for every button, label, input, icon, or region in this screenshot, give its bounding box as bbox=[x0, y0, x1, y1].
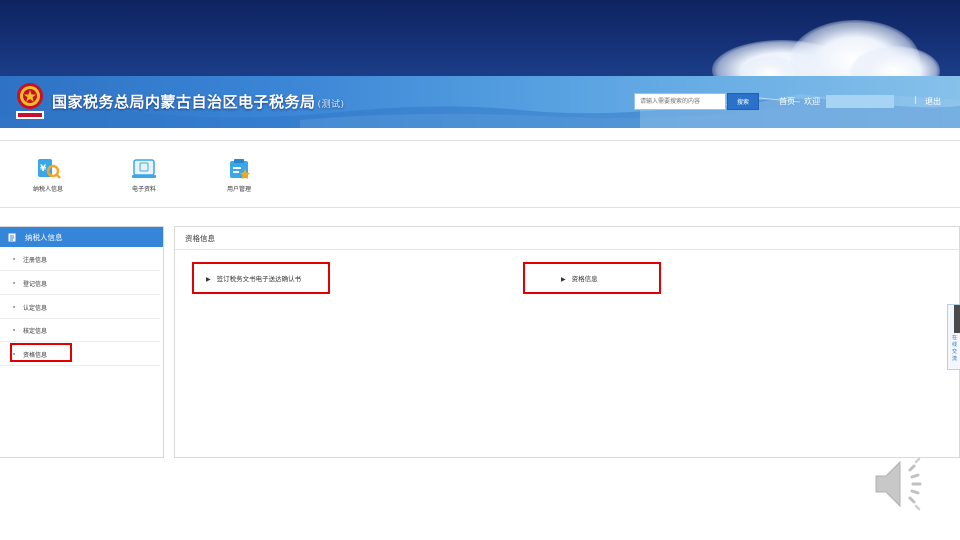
top-banner bbox=[0, 0, 960, 76]
panel-link-label: 资格信息 bbox=[571, 275, 598, 283]
electronic-docs-icon bbox=[132, 159, 156, 178]
document-icon bbox=[8, 233, 16, 241]
sidebar-item-label: 资格信息 bbox=[23, 351, 48, 359]
sidebar-item-registration[interactable]: 注册信息 bbox=[0, 248, 160, 271]
nav-home-link[interactable]: 首页 bbox=[779, 96, 795, 107]
sidebar-header: 纳税人信息 bbox=[0, 227, 163, 247]
svg-text:¥: ¥ bbox=[40, 164, 47, 174]
search-input[interactable] bbox=[634, 93, 726, 110]
panel-title: 资格信息 bbox=[175, 227, 959, 250]
bullet-icon bbox=[13, 258, 15, 260]
sidebar-item-qualification[interactable]: 资格信息 bbox=[0, 343, 160, 366]
speaker-icon[interactable] bbox=[872, 454, 936, 514]
quick-menu-label: 电子资料 bbox=[131, 186, 156, 193]
sidebar: 纳税人信息 注册信息 登记信息 认定信息 核定信息 资格信息 bbox=[0, 226, 164, 458]
sidebar-item-record[interactable]: 登记信息 bbox=[0, 272, 160, 295]
taxpayer-info-icon: ¥ bbox=[38, 159, 61, 179]
online-chat-tab[interactable]: 在线交流 bbox=[947, 304, 960, 370]
e-delivery-confirmation-link[interactable]: ▶ 签订税务文书电子送达确认书 bbox=[206, 273, 301, 283]
national-emblem-icon bbox=[16, 83, 44, 119]
quick-menu-user-management[interactable]: 用户管理 bbox=[209, 157, 269, 193]
quick-menu: ¥ 纳税人信息 电子资料 用户管理 bbox=[0, 140, 960, 208]
sidebar-item-label: 认定信息 bbox=[23, 304, 48, 312]
logout-link[interactable]: 退出 bbox=[925, 96, 941, 107]
tab-handle bbox=[954, 305, 960, 333]
sidebar-item-certification[interactable]: 认定信息 bbox=[0, 296, 160, 319]
page: 国家税务总局内蒙古自治区电子税务局(测试) 搜索 首页 欢迎 | 退出 ¥ 纳税… bbox=[0, 0, 960, 540]
main-panel: 资格信息 ▶ 签订税务文书电子送达确认书 ▶ 资格信息 bbox=[174, 226, 960, 458]
site-title-text: 国家税务总局内蒙古自治区电子税务局 bbox=[52, 93, 316, 111]
user-name-placeholder bbox=[826, 95, 894, 108]
qualification-info-link[interactable]: ▶ 资格信息 bbox=[561, 273, 598, 283]
bullet-icon bbox=[13, 282, 15, 284]
bullet-icon bbox=[13, 329, 15, 331]
site-header: 国家税务总局内蒙古自治区电子税务局(测试) 搜索 首页 欢迎 | 退出 bbox=[0, 76, 960, 128]
sidebar-item-label: 核定信息 bbox=[23, 327, 48, 335]
sidebar-title: 纳税人信息 bbox=[25, 232, 63, 242]
triangle-right-icon: ▶ bbox=[561, 276, 566, 283]
bullet-icon bbox=[13, 353, 15, 355]
site-title-tag: (测试) bbox=[317, 100, 345, 110]
panel-link-label: 签订税务文书电子送达确认书 bbox=[216, 275, 302, 283]
welcome-text: 欢迎 bbox=[804, 97, 820, 106]
quick-menu-electronic-docs[interactable]: 电子资料 bbox=[114, 157, 174, 193]
bullet-icon bbox=[13, 306, 15, 308]
quick-menu-label: 纳税人信息 bbox=[32, 186, 63, 193]
search-button[interactable]: 搜索 bbox=[727, 93, 759, 110]
sidebar-item-verification[interactable]: 核定信息 bbox=[0, 319, 160, 342]
nav-separator: | bbox=[914, 95, 917, 104]
online-chat-label: 在线交流 bbox=[951, 335, 957, 362]
quick-menu-taxpayer-info[interactable]: ¥ 纳税人信息 bbox=[18, 157, 78, 193]
site-title: 国家税务总局内蒙古自治区电子税务局 (测试) bbox=[52, 91, 345, 112]
sidebar-item-label: 登记信息 bbox=[23, 280, 48, 288]
triangle-right-icon: ▶ bbox=[206, 276, 211, 283]
quick-menu-label: 用户管理 bbox=[226, 186, 251, 193]
sidebar-item-label: 注册信息 bbox=[23, 256, 48, 264]
user-management-icon bbox=[230, 159, 250, 179]
